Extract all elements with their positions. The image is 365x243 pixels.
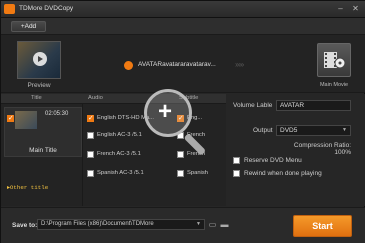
minimize-icon[interactable]: –	[335, 4, 346, 14]
volume-label-input[interactable]: AVATAR	[276, 100, 351, 111]
save-path-value: D:\Program Files (x86)\Document\TDMore	[41, 221, 154, 227]
title-bar: TDMore DVDCopy – ✕	[1, 1, 365, 18]
subtitle-checkbox[interactable]	[177, 170, 184, 177]
app-window: TDMore DVDCopy – ✕ +Add Preview AVATARav…	[0, 0, 365, 243]
preview-label: Preview	[27, 82, 51, 89]
zoom-plus-icon: +	[158, 98, 173, 125]
column-headers: Title Audio Subtitle	[1, 94, 226, 104]
save-path-input[interactable]: D:\Program Files (x86)\Document\TDMore ▼	[37, 219, 205, 230]
app-title: TDMore DVDCopy	[19, 5, 74, 12]
title-thumbnail	[15, 111, 37, 129]
main-movie-label: Main Movie	[319, 82, 349, 88]
disc-icon	[124, 61, 133, 70]
title-duration: 02:05:30	[45, 111, 69, 117]
add-button[interactable]: +Add	[11, 21, 46, 32]
audio-checkbox[interactable]	[87, 151, 94, 158]
play-icon[interactable]	[33, 52, 47, 66]
arrows-icon: ›››››	[235, 60, 244, 69]
reserve-menu-label: Reserve DVD Menu	[244, 157, 302, 164]
disc-name: AVATARavatararavatarav...	[138, 61, 216, 68]
app-logo-icon	[4, 4, 15, 14]
reserve-menu-checkbox[interactable]	[233, 157, 240, 164]
other-title-label: ▸Other title	[7, 184, 49, 191]
subtitle-checkbox[interactable]	[177, 151, 184, 158]
film-icon	[324, 52, 346, 69]
audio-track-label: French AC-3 /5.1	[97, 151, 141, 157]
volume-label-caption: Volume Lable	[233, 102, 273, 109]
chevron-down-icon: ▼	[342, 127, 347, 133]
header-audio: Audio	[88, 95, 103, 101]
audio-track-label: English AC-3 /5.1	[97, 132, 142, 138]
output-value: DVD5	[280, 127, 298, 134]
output-caption: Output	[253, 127, 273, 134]
header-title: Title	[31, 95, 42, 101]
audio-track-label: Spanish AC-3 /5.1	[97, 170, 144, 176]
chevron-down-icon: ▼	[196, 221, 201, 227]
output-select[interactable]: DVD5 ▼	[276, 125, 351, 136]
start-button[interactable]: Start	[293, 215, 352, 237]
toolbar: +Add	[1, 18, 365, 35]
folder-browse-icon[interactable]: ▭	[207, 219, 218, 230]
subtitle-track-label: Spanish	[187, 170, 208, 176]
rewind-label: Rewind when done playing	[244, 170, 322, 177]
save-to-label: Save to:	[12, 222, 38, 229]
title-checkbox[interactable]	[7, 114, 14, 122]
rewind-checkbox[interactable]	[233, 170, 240, 177]
compression-ratio: Compression Ratio: 100%	[293, 142, 351, 156]
close-icon[interactable]: ✕	[350, 4, 361, 14]
audio-checkbox[interactable]	[87, 114, 94, 122]
audio-checkbox[interactable]	[87, 132, 94, 139]
audio-checkbox[interactable]	[87, 170, 94, 177]
open-folder-icon[interactable]: ▬	[219, 219, 230, 230]
main-movie-button[interactable]	[317, 43, 351, 77]
main-title-label: Main Title	[29, 147, 57, 154]
